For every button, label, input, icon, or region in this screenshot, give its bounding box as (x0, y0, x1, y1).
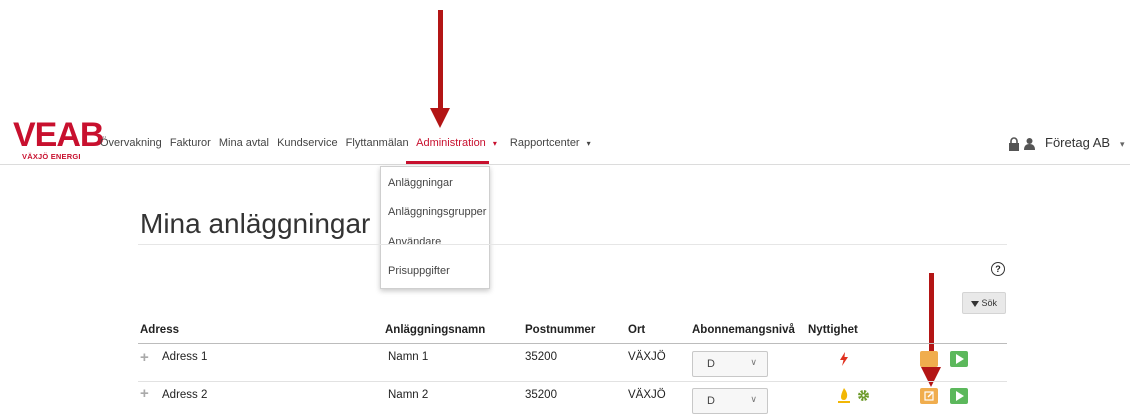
search-button-label: Sök (981, 298, 998, 308)
gear-icon (857, 389, 870, 407)
nav-kundservice[interactable]: Kundservice (277, 137, 338, 149)
annotation-arrow-nav-head (430, 108, 450, 128)
electricity-icon (840, 352, 848, 371)
logo[interactable]: VEAB (13, 118, 104, 152)
row2-abonnemang-select[interactable]: D ∨ (692, 388, 768, 414)
expand-icon[interactable]: + (140, 385, 149, 402)
row1-abonnemang-value: D (707, 358, 715, 370)
nav-administration[interactable]: Administration ▾ (416, 137, 502, 149)
main-nav: Övervakning Fakturor Mina avtal Kundserv… (100, 137, 601, 149)
row1-postnummer: 35200 (525, 351, 557, 363)
row2-postnummer: 35200 (525, 389, 557, 401)
expand-icon[interactable]: + (140, 349, 149, 366)
column-header-nyttighet[interactable]: Nyttighet (808, 324, 858, 336)
lock-icon[interactable] (1008, 137, 1020, 154)
nav-mina-avtal[interactable]: Mina avtal (219, 137, 269, 149)
nav-rapportcenter-label: Rapportcenter (509, 137, 580, 149)
column-header-abonnemangsniva[interactable]: Abonnemangsnivå (692, 324, 795, 336)
menu-item-prisuppgifter[interactable]: Prisuppgifter (388, 265, 450, 277)
start-button[interactable] (950, 351, 968, 367)
logo-subtitle: VÄXJÖ ENERGI (22, 152, 81, 161)
nav-administration-label: Administration (416, 137, 486, 149)
menu-item-anvandare[interactable]: Användare (388, 236, 441, 248)
edit-button[interactable] (920, 388, 938, 404)
user-icon[interactable] (1024, 137, 1035, 153)
column-header-postnummer[interactable]: Postnummer (525, 324, 595, 336)
nav-rapportcenter[interactable]: Rapportcenter ▾ (510, 137, 596, 149)
chevron-down-icon: ∨ (750, 394, 757, 404)
edit-button[interactable] (920, 351, 938, 367)
start-button[interactable] (950, 388, 968, 404)
header-divider (138, 343, 1007, 344)
column-header-adress[interactable]: Adress (140, 324, 179, 336)
annotation-arrow-edit-head (921, 367, 941, 387)
help-icon[interactable]: ? (991, 262, 1005, 276)
nav-flyttanmalan[interactable]: Flyttanmälan (346, 137, 409, 149)
row-divider (138, 381, 1007, 382)
chevron-down-icon: ▾ (1120, 139, 1125, 149)
heating-icon (838, 388, 850, 408)
row1-namn: Namn 1 (388, 351, 429, 363)
filter-icon (970, 300, 979, 307)
chevron-down-icon: ∨ (750, 357, 757, 367)
nav-overvakning[interactable]: Övervakning (100, 137, 162, 149)
title-divider (138, 244, 1007, 245)
chevron-down-icon: ▾ (492, 139, 497, 148)
edit-icon (924, 391, 934, 401)
chevron-down-icon: ▾ (586, 139, 591, 148)
administration-dropdown: Anläggningar Anläggningsgrupper Användar… (380, 166, 490, 289)
row1-abonnemang-select[interactable]: D ∨ (692, 351, 768, 377)
row1-adress: Adress 1 (162, 351, 208, 363)
row2-namn: Namn 2 (388, 389, 429, 401)
page-title: Mina anläggningar (140, 208, 371, 239)
nav-fakturor[interactable]: Fakturor (170, 137, 211, 149)
column-header-ort[interactable]: Ort (628, 324, 645, 336)
play-icon (956, 354, 964, 364)
account-menu[interactable]: Företag AB ▾ (1045, 135, 1125, 150)
column-header-anlaggningsnamn[interactable]: Anläggningsnamn (385, 324, 485, 336)
annotation-arrow-nav (438, 10, 443, 110)
search-button[interactable]: Sök (962, 292, 1006, 314)
row2-ort: VÄXJÖ (628, 389, 666, 401)
menu-item-anlaggningsgrupper[interactable]: Anläggningsgrupper (388, 206, 486, 218)
nav-divider (0, 164, 1130, 165)
row2-abonnemang-value: D (707, 395, 715, 407)
account-name: Företag AB (1045, 135, 1111, 150)
row1-ort: VÄXJÖ (628, 351, 666, 363)
menu-item-anlaggningar[interactable]: Anläggningar (388, 177, 453, 189)
row2-adress: Adress 2 (162, 389, 208, 401)
play-icon (956, 391, 964, 401)
